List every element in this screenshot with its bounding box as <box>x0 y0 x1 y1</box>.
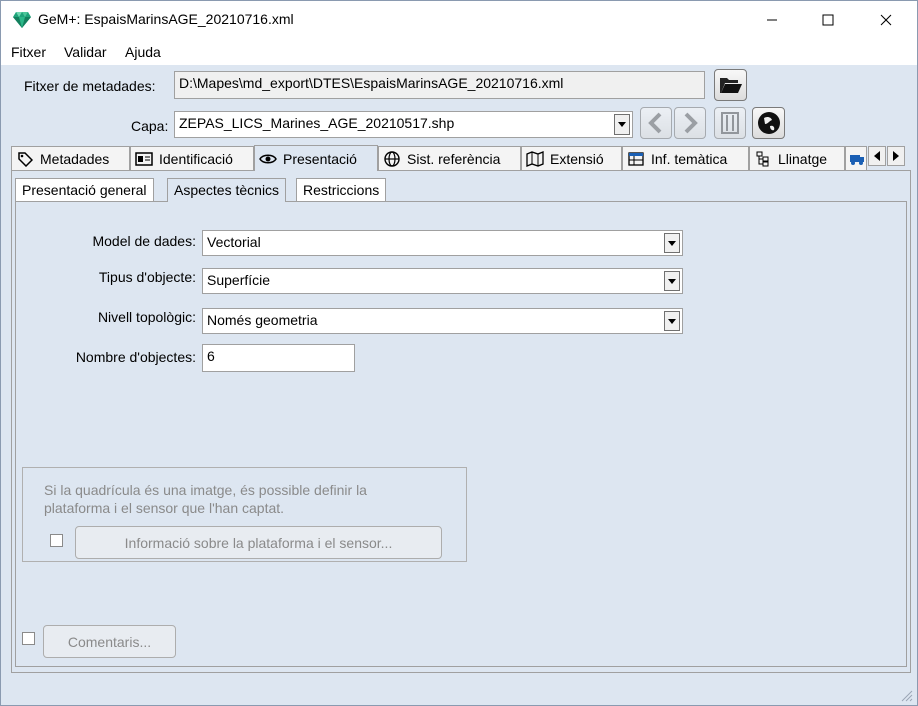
layer-label: Capa: <box>131 118 169 134</box>
topology-label: Nivell topològic: <box>97 309 196 325</box>
window-title: GeM+: EspaisMarinsAGE_20210716.xml <box>38 11 294 27</box>
chevron-right-icon <box>893 151 899 161</box>
object-type-value: Superfície <box>207 272 271 288</box>
comments-checkbox[interactable] <box>22 632 35 645</box>
truck-icon <box>848 151 866 167</box>
tab-label: Extensió <box>550 150 604 167</box>
layer-select[interactable]: ZEPAS_LICS_Marines_AGE_20210517.shp <box>174 111 633 138</box>
close-icon <box>880 14 892 26</box>
next-icon <box>684 112 698 134</box>
chevron-down-icon[interactable] <box>664 271 680 291</box>
globe-link-icon <box>757 112 780 134</box>
chevron-down-icon[interactable] <box>664 233 680 253</box>
app-window: GeM+: EspaisMarinsAGE_20210716.xml Fitxe… <box>0 0 918 706</box>
menu-ajuda[interactable]: Ajuda <box>125 44 161 60</box>
object-count-field[interactable]: 6 <box>202 344 355 372</box>
sensor-info-line2: plataforma i el sensor que l'han captat. <box>44 500 285 516</box>
maximize-button[interactable] <box>805 1 851 39</box>
tab-presentacio[interactable]: Presentació <box>254 145 378 171</box>
diamond-icon <box>12 11 32 29</box>
minimize-icon <box>767 19 777 21</box>
topology-select[interactable]: Només geometria <box>202 308 683 334</box>
object-type-select[interactable]: Superfície <box>202 268 683 294</box>
title-bar: GeM+: EspaisMarinsAGE_20210716.xml <box>1 1 917 39</box>
object-count-label: Nombre d'objectes: <box>75 349 196 365</box>
file-label: Fitxer de metadades: <box>24 78 156 94</box>
tab-identificacio[interactable]: Identificació <box>130 146 254 170</box>
topology-value: Només geometria <box>207 312 318 328</box>
next-layer-button[interactable] <box>674 107 706 139</box>
subtab-aspectes-tecnics[interactable]: Aspectes tècnics <box>167 178 287 202</box>
tab-label: Sist. referència <box>407 150 501 167</box>
data-model-select[interactable]: Vectorial <box>202 230 683 256</box>
tab-label: Inf. temàtica <box>651 150 728 167</box>
subtab-restriccions[interactable]: Restriccions <box>296 178 387 202</box>
subtab-presentacio-general[interactable]: Presentació general <box>15 178 154 202</box>
prev-icon <box>648 112 662 134</box>
menu-fitxer[interactable]: Fitxer <box>11 44 46 60</box>
table-icon <box>627 151 645 167</box>
chevron-down-icon[interactable] <box>614 114 630 135</box>
tab-sist-referencia[interactable]: Sist. referència <box>378 146 521 170</box>
data-model-label: Model de dades: <box>92 233 196 249</box>
maximize-icon <box>822 14 834 26</box>
menu-validar[interactable]: Validar <box>64 44 107 60</box>
main-tabs: Metadades Identificació Presentació Sist… <box>11 145 911 171</box>
sensor-checkbox[interactable] <box>50 534 63 547</box>
id-card-icon <box>135 151 153 167</box>
file-path-field[interactable]: D:\Mapes\md_export\DTES\EspaisMarinsAGE_… <box>174 71 705 99</box>
sensor-info-line1: Si la quadrícula és una imatge, és possi… <box>44 482 367 498</box>
layer-select-value: ZEPAS_LICS_Marines_AGE_20210517.shp <box>179 115 455 131</box>
comments-button[interactable]: Comentaris... <box>43 625 176 658</box>
tab-llinatge[interactable]: Llinatge <box>749 146 845 170</box>
tabs-scroll-right[interactable] <box>887 146 905 166</box>
tab-label: Llinatge <box>778 150 828 167</box>
tabs-scroll-left[interactable] <box>868 146 886 166</box>
object-type-label: Tipus d'objecte: <box>98 269 196 285</box>
globe-icon <box>383 150 401 167</box>
folder-open-icon <box>719 78 742 93</box>
globe-link-button[interactable] <box>752 107 785 139</box>
tab-metadades[interactable]: Metadades <box>11 146 130 170</box>
tab-label: Identificació <box>159 150 233 167</box>
sensor-info-button[interactable]: Informació sobre la plataforma i el sens… <box>75 526 442 559</box>
menu-bar: Fitxer Validar Ajuda <box>1 39 917 65</box>
status-bar <box>1 679 917 705</box>
open-file-button[interactable] <box>714 69 747 101</box>
close-button[interactable] <box>863 1 909 39</box>
chevron-down-icon[interactable] <box>664 311 680 331</box>
sensor-group: Si la quadrícula és una imatge, és possi… <box>22 467 467 562</box>
resize-grip-icon[interactable] <box>899 688 913 702</box>
tree-icon <box>754 151 772 167</box>
chevron-left-icon <box>874 151 880 161</box>
prev-layer-button[interactable] <box>640 107 672 139</box>
metadata-book-icon <box>721 112 739 134</box>
tab-label: Presentació <box>283 150 357 167</box>
data-model-value: Vectorial <box>207 234 261 250</box>
minimize-button[interactable] <box>749 1 795 39</box>
map-icon <box>526 150 544 167</box>
tab-more[interactable] <box>845 146 867 170</box>
tab-extensio[interactable]: Extensió <box>521 146 622 170</box>
metadata-book-button[interactable] <box>714 107 746 139</box>
tag-icon <box>16 151 34 167</box>
eye-icon <box>259 151 277 167</box>
tab-label: Metadades <box>40 150 110 167</box>
tab-inf-tematica[interactable]: Inf. temàtica <box>622 146 749 170</box>
